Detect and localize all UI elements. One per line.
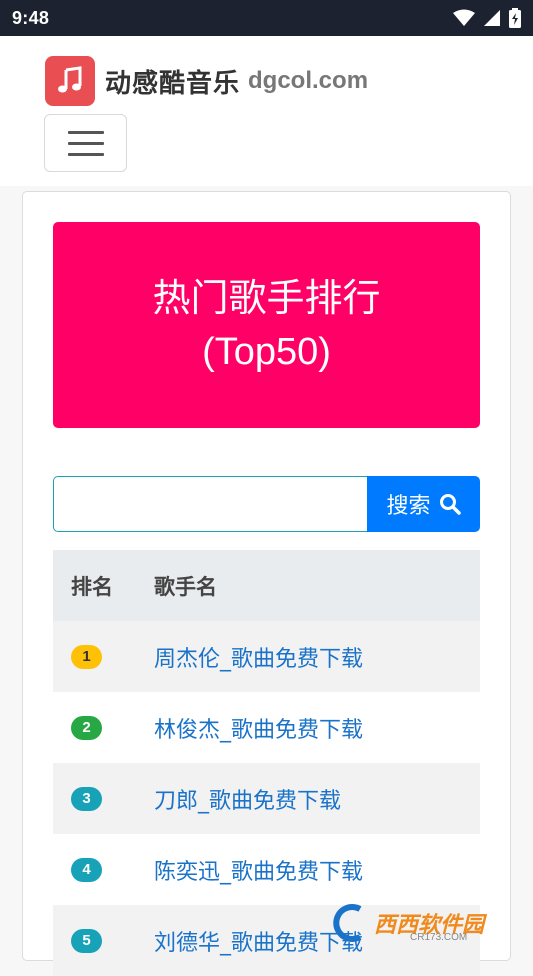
search-icon bbox=[439, 494, 461, 515]
status-time: 9:48 bbox=[12, 7, 50, 28]
rank-cell: 5 bbox=[53, 928, 154, 953]
site-header: 动感酷音乐 dgcol.com bbox=[0, 36, 533, 186]
watermark-logo-icon bbox=[333, 904, 362, 942]
banner-subtitle: (Top50) bbox=[202, 331, 331, 373]
hamburger-icon-bar bbox=[67, 141, 104, 145]
singer-link[interactable]: 林俊杰_歌曲免费下载 bbox=[154, 718, 363, 743]
header-singer-name: 歌手名 bbox=[154, 574, 217, 599]
rank-badge: 1 bbox=[71, 644, 102, 669]
table-row: 1 周杰伦_歌曲免费下载 bbox=[53, 621, 480, 692]
battery-icon bbox=[509, 8, 521, 28]
search-button[interactable]: 搜索 bbox=[367, 476, 480, 532]
hamburger-icon-bar bbox=[67, 152, 104, 156]
rank-cell: 2 bbox=[53, 715, 154, 740]
signal-icon bbox=[484, 10, 500, 26]
status-icons bbox=[453, 8, 521, 28]
table-row: 3 刀郎_歌曲免费下载 bbox=[53, 763, 480, 834]
search-input[interactable] bbox=[53, 476, 368, 532]
singer-link[interactable]: 陈奕迅_歌曲免费下载 bbox=[154, 860, 363, 885]
rank-cell: 4 bbox=[53, 857, 154, 882]
watermark: 西西软件园 CR173.COM bbox=[330, 898, 530, 948]
singer-link[interactable]: 刀郎_歌曲免费下载 bbox=[154, 789, 341, 814]
rank-badge: 2 bbox=[71, 715, 102, 740]
rank-cell: 1 bbox=[53, 644, 154, 669]
ranking-banner: 热门歌手排行 (Top50) bbox=[53, 222, 480, 428]
rank-badge: 3 bbox=[71, 786, 102, 811]
table-row: 4 陈奕迅_歌曲免费下载 bbox=[53, 834, 480, 905]
brand-domain: dgcol.com bbox=[248, 67, 369, 94]
brand-name: 动感酷音乐 bbox=[105, 68, 241, 99]
status-bar: 9:48 bbox=[0, 0, 533, 36]
singer-cell: 林俊杰_歌曲免费下载 bbox=[154, 712, 480, 744]
singer-cell: 周杰伦_歌曲免费下载 bbox=[154, 641, 480, 673]
search-button-label: 搜索 bbox=[386, 494, 431, 519]
hamburger-icon-bar bbox=[67, 130, 104, 134]
singer-link[interactable]: 周杰伦_歌曲免费下载 bbox=[154, 647, 363, 672]
music-note-icon bbox=[45, 56, 95, 106]
table-header: 排名 歌手名 bbox=[53, 550, 480, 621]
header-rank: 排名 bbox=[71, 574, 113, 599]
menu-toggle-button[interactable] bbox=[44, 114, 127, 172]
rank-cell: 3 bbox=[53, 786, 154, 811]
rank-badge: 4 bbox=[71, 857, 102, 882]
singer-cell: 刀郎_歌曲免费下载 bbox=[154, 783, 480, 815]
brand[interactable]: 动感酷音乐 dgcol.com bbox=[45, 56, 368, 106]
rank-badge: 5 bbox=[71, 928, 102, 953]
table-row: 2 林俊杰_歌曲免费下载 bbox=[53, 692, 480, 763]
singer-cell: 陈奕迅_歌曲免费下载 bbox=[154, 854, 480, 886]
wifi-icon bbox=[453, 9, 475, 26]
banner-title: 热门歌手排行 bbox=[152, 276, 381, 320]
watermark-sub: CR173.COM bbox=[410, 932, 468, 943]
